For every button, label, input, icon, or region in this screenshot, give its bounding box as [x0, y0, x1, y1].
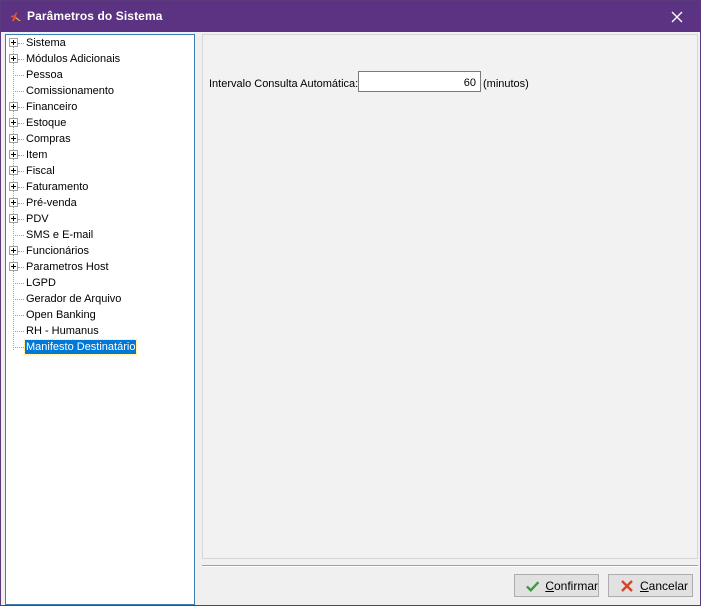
expand-plus-icon[interactable]: [9, 246, 18, 255]
tree-connector-line: [13, 347, 24, 348]
tree-item[interactable]: Open Banking: [6, 307, 194, 323]
parameters-tree[interactable]: Sistema Módulos Adicionais Pessoa Comission…: [5, 34, 195, 605]
tree-connector-line: [13, 331, 24, 332]
dialog-window: Parâmetros do Sistema Sistema Módulos Adi…: [0, 0, 701, 606]
tree-item[interactable]: Manifesto Destinatário: [6, 339, 194, 355]
tree-connector-line: [13, 299, 24, 300]
tree-item[interactable]: Comissionamento: [6, 83, 194, 99]
tree-item-label: Pessoa: [26, 69, 63, 81]
interval-unit: (minutos): [483, 78, 529, 90]
confirm-label: Confirmar: [545, 578, 598, 593]
expand-plus-icon[interactable]: [9, 182, 18, 191]
tree-item-label: Comissionamento: [26, 85, 115, 97]
tree-item-label: LGPD: [26, 277, 56, 289]
tree-item-label: Sistema: [26, 37, 66, 49]
tree-item-label: Financeiro: [26, 101, 78, 113]
tree-connector-line: [18, 171, 24, 172]
footer-divider: [202, 565, 698, 567]
tree-connector-line: [18, 123, 24, 124]
tree-item[interactable]: Gerador de Arquivo: [6, 291, 194, 307]
tree-item[interactable]: Módulos Adicionais: [6, 51, 194, 67]
tree-item-label: Fiscal: [26, 165, 55, 177]
tree-item[interactable]: Estoque: [6, 115, 194, 131]
expand-plus-icon[interactable]: [9, 214, 18, 223]
tree-connector-line: [18, 203, 24, 204]
confirm-button[interactable]: Confirmar: [514, 574, 599, 597]
title-bar[interactable]: Parâmetros do Sistema: [1, 1, 700, 32]
tree-connector-line: [18, 139, 24, 140]
cancel-button[interactable]: Cancelar: [608, 574, 693, 597]
tree-item-label: SMS e E-mail: [26, 229, 94, 241]
checkmark-icon: [526, 580, 540, 592]
expand-plus-icon[interactable]: [9, 38, 18, 47]
tree-item-label: Faturamento: [26, 181, 89, 193]
tree-item[interactable]: Financeiro: [6, 99, 194, 115]
expand-plus-icon[interactable]: [9, 118, 18, 127]
expand-plus-icon[interactable]: [9, 102, 18, 111]
tree-item-label: PDV: [26, 213, 49, 225]
expand-plus-icon[interactable]: [9, 262, 18, 271]
tree-item-label: Pré-venda: [26, 197, 77, 209]
tree-connector-line: [18, 43, 24, 44]
tree-item[interactable]: Sistema: [6, 35, 194, 51]
interval-label: Intervalo Consulta Automática:: [209, 78, 359, 90]
tree-item[interactable]: Item: [6, 147, 194, 163]
tree-connector-line: [13, 91, 24, 92]
expand-plus-icon[interactable]: [9, 198, 18, 207]
tree-item-label: Open Banking: [26, 309, 96, 321]
tree-item[interactable]: Fiscal: [6, 163, 194, 179]
tree-connector-line: [18, 187, 24, 188]
tree-item[interactable]: Funcionários: [6, 243, 194, 259]
tree-item-label: Gerador de Arquivo: [26, 293, 122, 305]
expand-plus-icon[interactable]: [9, 134, 18, 143]
tree-item-label: Parametros Host: [26, 261, 109, 273]
tree-item-label: Compras: [26, 133, 71, 145]
window-title: Parâmetros do Sistema: [27, 9, 163, 23]
x-icon: [621, 579, 633, 592]
interval-input[interactable]: [358, 71, 481, 92]
expand-plus-icon[interactable]: [9, 150, 18, 159]
tree-item[interactable]: LGPD: [6, 275, 194, 291]
tree-connector-line: [13, 315, 24, 316]
tree-item[interactable]: SMS e E-mail: [6, 227, 194, 243]
tree-connector-line: [18, 251, 24, 252]
tree-connector-line: [18, 107, 24, 108]
close-icon: [671, 11, 683, 22]
tree-connector-line: [18, 219, 24, 220]
tree-item[interactable]: RH - Humanus: [6, 323, 194, 339]
tree-item[interactable]: Parametros Host: [6, 259, 194, 275]
tree-item[interactable]: Pré-venda: [6, 195, 194, 211]
tree-item[interactable]: PDV: [6, 211, 194, 227]
tree-item-label: Módulos Adicionais: [26, 53, 121, 65]
tree-item[interactable]: Compras: [6, 131, 194, 147]
tree-connector-line: [13, 75, 24, 76]
tree-item[interactable]: Pessoa: [6, 67, 194, 83]
tree-connector-line: [13, 283, 24, 284]
tree-connector-line: [13, 235, 24, 236]
tree-connector-line: [18, 155, 24, 156]
tree-item-label: RH - Humanus: [26, 325, 99, 337]
tree-item-label: Manifesto Destinatário: [23, 339, 138, 355]
cancel-label: Cancelar: [640, 578, 689, 593]
tree-item-label: Funcionários: [26, 245, 89, 257]
tree-item-label: Item: [26, 149, 48, 161]
expand-plus-icon[interactable]: [9, 166, 18, 175]
tree-connector-line: [18, 59, 24, 60]
close-button[interactable]: [654, 1, 700, 32]
tree-connector-line: [18, 267, 24, 268]
app-logo-icon: [11, 12, 21, 21]
settings-panel: Intervalo Consulta Automática: (minutos): [202, 34, 698, 559]
tree-item-label: Estoque: [26, 117, 67, 129]
expand-plus-icon[interactable]: [9, 54, 18, 63]
tree-item[interactable]: Faturamento: [6, 179, 194, 195]
